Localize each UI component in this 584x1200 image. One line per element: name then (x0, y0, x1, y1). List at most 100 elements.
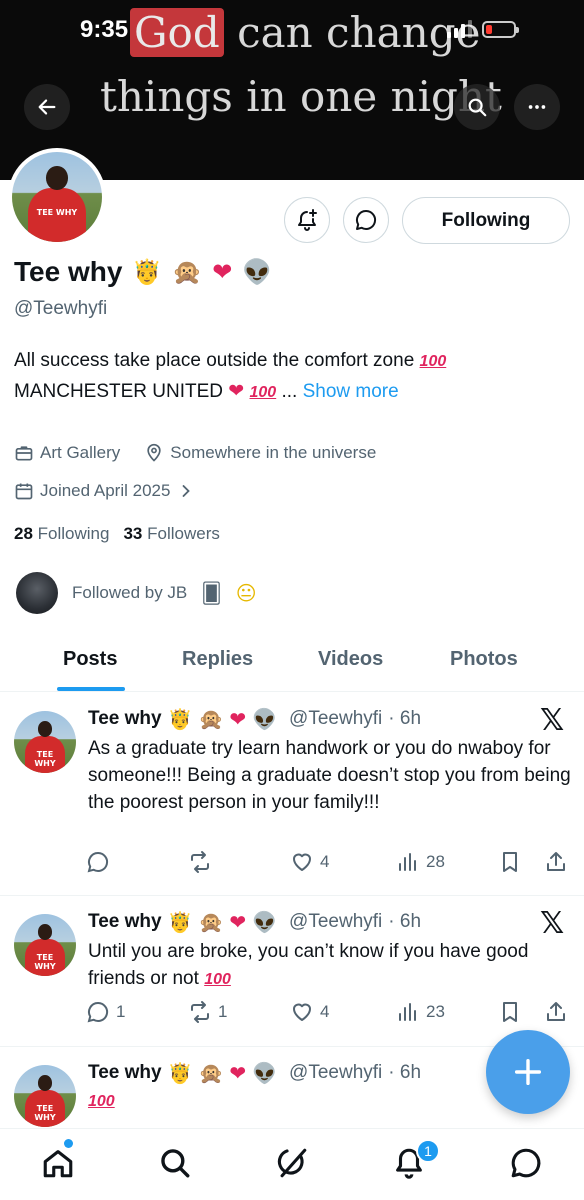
avatar-shirt-text: TEE WHY (34, 749, 56, 768)
views-button[interactable]: 28 (396, 850, 445, 874)
like-button[interactable]: 4 (290, 850, 329, 874)
notification-plus-icon (298, 209, 317, 231)
profile-handle: @Teewhyfi (14, 298, 108, 319)
plus-icon (514, 1058, 542, 1086)
reply-button[interactable] (86, 850, 116, 874)
post-author-name: Tee why (88, 708, 162, 729)
nav-grok[interactable] (272, 1143, 312, 1183)
bookmark-icon (503, 1002, 517, 1022)
following-count: 28 (14, 524, 33, 543)
banner-text-line1: God can change (130, 8, 480, 57)
hundred-emoji: 100 (419, 353, 447, 370)
post-actions: 4 28 (86, 850, 570, 878)
crown-emoji: 🤴 (167, 707, 193, 731)
profile-joined: Joined April 2025 (40, 481, 171, 500)
hundred-emoji: 100 (88, 1093, 115, 1110)
following-label: Following (37, 524, 110, 543)
repost-icon (191, 851, 209, 873)
share-button[interactable] (544, 850, 568, 874)
post-item[interactable]: TEE WHY Tee why 🤴 🙊 ❤ 👽 @Teewhyfi · 6h 𝕏… (0, 693, 584, 896)
profile-location: Somewhere in the universe (170, 443, 377, 462)
profile-name: Tee why (14, 256, 123, 287)
post-author-handle: @Teewhyfi (289, 911, 383, 932)
home-unread-dot (64, 1139, 73, 1148)
monkey-emoji: 🙊 (198, 910, 224, 934)
nav-explore[interactable] (155, 1143, 195, 1183)
message-button[interactable] (343, 197, 389, 243)
share-button[interactable] (544, 1000, 568, 1024)
post-avatar[interactable]: TEE WHY (14, 914, 76, 976)
post-header: Tee why 🤴 🙊 ❤ 👽 @Teewhyfi · 6h (88, 910, 421, 934)
heart-icon (293, 853, 311, 871)
active-tab-indicator (57, 687, 125, 691)
post-avatar[interactable]: TEE WHY (14, 1065, 76, 1127)
bookmark-button[interactable] (498, 850, 522, 874)
profile-joined-row[interactable]: Joined April 2025 (14, 481, 196, 501)
alien-emoji: 👽 (252, 1061, 278, 1085)
reply-count: 1 (116, 1002, 126, 1021)
heart-emoji: ❤ (229, 1061, 247, 1085)
alien-emoji: 👽 (242, 258, 273, 286)
profile-name-row: Tee why 🤴 🙊 ❤ 👽 (14, 256, 272, 288)
tab-videos[interactable]: Videos (318, 648, 383, 671)
banner-text-line2: things in one night (100, 72, 502, 121)
monkey-emoji: 🙊 (198, 1061, 224, 1085)
profile-avatar[interactable]: TEE WHY (8, 148, 106, 246)
back-button[interactable] (24, 84, 70, 130)
post-item[interactable]: TEE WHY Tee why 🤴 🙊 ❤ 👽 @Teewhyfi · 6h 𝕏… (0, 896, 584, 1047)
view-count: 23 (426, 1002, 445, 1021)
post-text: Until you are broke, you can’t know if y… (88, 941, 529, 989)
tab-replies[interactable]: Replies (182, 648, 253, 671)
like-count: 4 (320, 852, 330, 871)
notification-badge: 1 (416, 1139, 440, 1163)
briefcase-icon (15, 446, 33, 461)
post-author-name: Tee why (88, 911, 162, 932)
views-button[interactable]: 23 (396, 1000, 445, 1024)
following-count-link[interactable]: 28 Following (14, 524, 109, 544)
notify-button[interactable] (284, 197, 330, 243)
reply-button[interactable]: 1 (86, 1000, 125, 1024)
heart-emoji: ❤ (212, 258, 233, 286)
monkey-emoji: 🙊 (172, 258, 203, 286)
heart-icon (293, 1003, 311, 1021)
post-time: · 6h (388, 911, 422, 932)
profile-tabs: Posts Replies Videos Photos (0, 630, 584, 692)
like-button[interactable]: 4 (290, 1000, 329, 1024)
following-button[interactable]: Following (402, 197, 570, 244)
profile-category: Art Gallery (40, 443, 121, 462)
bookmark-button[interactable] (498, 1000, 522, 1024)
neutral-face-emoji: 😐 (235, 581, 257, 605)
tab-posts[interactable]: Posts (63, 648, 117, 671)
nav-home[interactable] (38, 1143, 78, 1183)
post-author-name: Tee why (88, 1062, 162, 1083)
followed-by-row[interactable]: Followed by JB 🂠 😐 (16, 572, 257, 614)
view-count: 28 (426, 852, 445, 871)
followers-label: Followers (147, 524, 220, 543)
followed-by-text: Followed by JB (72, 583, 188, 602)
post-actions: 1 1 4 23 (86, 1000, 570, 1028)
bio-ellipsis: ... (281, 381, 298, 402)
post-header: Tee why 🤴 🙊 ❤ 👽 @Teewhyfi · 6h (88, 1061, 421, 1085)
show-more-link[interactable]: Show more (303, 381, 399, 402)
search-icon (161, 1149, 190, 1178)
compose-post-button[interactable] (486, 1030, 570, 1114)
crown-emoji: 🤴 (167, 1061, 193, 1085)
repost-button[interactable] (188, 850, 218, 874)
grok-icon (277, 1148, 307, 1178)
alien-emoji: 👽 (252, 707, 278, 731)
tab-photos[interactable]: Photos (450, 648, 518, 671)
x-logo-icon: 𝕏 (540, 906, 565, 941)
post-author-handle: @Teewhyfi (289, 708, 383, 729)
followers-count-link[interactable]: 33 Followers (123, 524, 219, 544)
post-time: · 6h (388, 1062, 422, 1083)
search-button[interactable] (454, 84, 500, 130)
repost-button[interactable]: 1 (188, 1000, 227, 1024)
heart-emoji: ❤ (229, 910, 247, 934)
like-count: 4 (320, 1002, 330, 1021)
follower-avatar (16, 572, 58, 614)
nav-messages[interactable] (506, 1143, 546, 1183)
more-button[interactable] (514, 84, 560, 130)
calendar-icon (15, 483, 33, 500)
post-avatar[interactable]: TEE WHY (14, 711, 76, 773)
card-emoji: 🂠 (201, 581, 222, 605)
